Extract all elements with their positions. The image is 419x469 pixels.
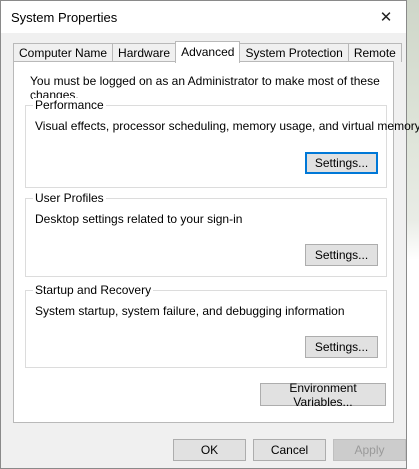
close-icon: ✕ xyxy=(379,9,393,26)
apply-button[interactable]: Apply xyxy=(333,439,406,461)
performance-settings-button[interactable]: Settings... xyxy=(305,152,378,174)
title-bar[interactable]: System Properties ✕ xyxy=(1,1,406,33)
tab-system-protection[interactable]: System Protection xyxy=(239,43,349,62)
startup-recovery-group: Startup and Recovery System startup, sys… xyxy=(25,283,387,368)
system-properties-dialog: System Properties ✕ Computer Name Hardwa… xyxy=(0,0,419,469)
user-profiles-settings-button[interactable]: Settings... xyxy=(305,244,378,266)
cancel-button[interactable]: Cancel xyxy=(253,439,326,461)
tab-hardware[interactable]: Hardware xyxy=(112,43,177,62)
tab-computer-name[interactable]: Computer Name xyxy=(13,43,114,62)
desktop-background xyxy=(407,0,419,469)
tab-strip: Computer Name Hardware Advanced System P… xyxy=(13,41,402,63)
user-profiles-label: User Profiles xyxy=(33,191,106,205)
user-profiles-group: User Profiles Desktop settings related t… xyxy=(25,191,387,277)
startup-recovery-description: System startup, system failure, and debu… xyxy=(35,304,345,318)
advanced-tab-panel: You must be logged on as an Administrato… xyxy=(13,61,419,423)
user-profiles-description: Desktop settings related to your sign-in xyxy=(35,212,243,226)
close-button[interactable]: ✕ xyxy=(366,1,406,33)
performance-group: Performance Visual effects, processor sc… xyxy=(25,98,419,188)
window-title: System Properties xyxy=(11,10,118,25)
ok-button[interactable]: OK xyxy=(173,439,246,461)
startup-recovery-label: Startup and Recovery xyxy=(33,283,154,297)
tab-advanced[interactable]: Advanced xyxy=(175,41,241,63)
environment-variables-button[interactable]: Environment Variables... xyxy=(260,381,386,409)
performance-label: Performance xyxy=(33,98,106,112)
tab-remote[interactable]: Remote xyxy=(347,43,402,62)
performance-description: Visual effects, processor scheduling, me… xyxy=(35,119,419,133)
startup-recovery-settings-button[interactable]: Settings... xyxy=(305,336,378,358)
